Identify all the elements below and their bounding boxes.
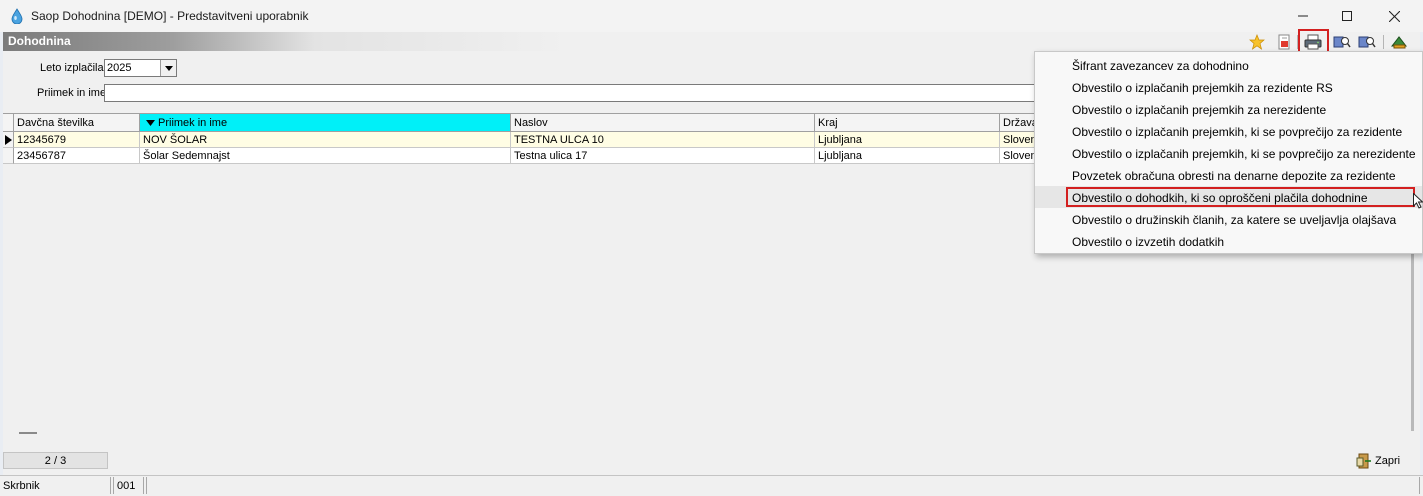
menu-item-prejemki-nerezidenti[interactable]: Obvestilo o izplačanih prejemkih za nere… [1035, 98, 1422, 120]
window-title: Saop Dohodnina [DEMO] - Predstavitveni u… [31, 9, 309, 23]
status-user: Skrbnik [0, 477, 111, 494]
cell-tax-number: 23456787 [14, 148, 140, 164]
cell-address: Testna ulica 17 [511, 148, 815, 164]
year-label: Leto izplačila [40, 62, 104, 74]
mouse-cursor-icon [1413, 193, 1423, 209]
exit-icon[interactable] [1389, 33, 1409, 50]
scrollbar-thumb[interactable] [1411, 231, 1414, 431]
year-value: 2025 [107, 62, 132, 74]
status-code: 001 [113, 477, 144, 494]
star-icon[interactable] [1247, 33, 1267, 50]
close-window-button[interactable] [1371, 0, 1417, 32]
record-counter: 2 / 3 [3, 452, 108, 469]
row-pointer-icon [5, 135, 12, 145]
table-row[interactable]: 23456787 Šolar Sedemnajst Testna ulica 1… [3, 148, 1043, 164]
search-person-icon[interactable] [1332, 33, 1352, 50]
export-icon[interactable] [1274, 33, 1294, 50]
menu-item-povzetek-obresti[interactable]: Povzetek obračuna obresti na denarne dep… [1035, 164, 1422, 186]
app-drop-icon [9, 8, 25, 25]
sort-down-icon [146, 120, 155, 127]
menu-item-povprecijo-rezidenti[interactable]: Obvestilo o izplačanih prejemkih, ki se … [1035, 120, 1422, 142]
col-header-address[interactable]: Naslov [511, 114, 815, 132]
window-titlebar: Saop Dohodnina [DEMO] - Predstavitveni u… [0, 0, 1423, 32]
print-menu: Šifrant zavezancev za dohodnino Obvestil… [1034, 51, 1423, 254]
col-header-city[interactable]: Kraj [815, 114, 1000, 132]
minimize-button[interactable] [1280, 0, 1326, 32]
maximize-icon [1342, 11, 1352, 21]
name-search-input[interactable] [104, 84, 1038, 102]
table-row[interactable]: 12345679 NOV ŠOLAR TESTNA ULCA 10 Ljublj… [3, 132, 1043, 148]
close-icon [1388, 10, 1400, 22]
close-button[interactable]: Zapri [1356, 452, 1400, 470]
col-header-name[interactable]: Priimek in ime [140, 114, 511, 132]
menu-item-sifrant-zavezancev[interactable]: Šifrant zavezancev za dohodnino [1035, 54, 1422, 76]
name-label: Priimek in ime [37, 87, 107, 99]
maximize-button[interactable] [1324, 0, 1370, 32]
highlight-outline [1066, 187, 1415, 207]
cell-name: NOV ŠOLAR [140, 132, 511, 148]
close-button-label: Zapri [1375, 455, 1401, 467]
horizontal-scroll-indicator[interactable] [19, 432, 37, 434]
current-row-indicator [3, 132, 14, 148]
cell-tax-number: 12345679 [14, 132, 140, 148]
row-indicator-header [3, 114, 14, 132]
year-select[interactable]: 2025 [104, 59, 177, 77]
module-title: Dohodnina [8, 34, 71, 48]
col-header-tax-number[interactable]: Davčna številka [14, 114, 140, 132]
close-door-icon [1356, 453, 1371, 469]
status-empty [146, 477, 1420, 494]
menu-item-druzinski-clani[interactable]: Obvestilo o družinskih članih, za katere… [1035, 208, 1422, 230]
chevron-down-icon[interactable] [160, 60, 176, 76]
row-indicator [3, 148, 14, 164]
minimize-icon [1298, 15, 1308, 17]
cell-address: TESTNA ULCA 10 [511, 132, 815, 148]
cell-city: Ljubljana [815, 148, 1000, 164]
status-bar: Skrbnik 001 [0, 475, 1423, 496]
menu-item-povprecijo-nerezidenti[interactable]: Obvestilo o izplačanih prejemkih, ki se … [1035, 142, 1422, 164]
menu-item-oprosceni-dohodki[interactable]: Obvestilo o dohodkih, ki so oproščeni pl… [1035, 186, 1422, 208]
menu-item-prejemki-rezidenti[interactable]: Obvestilo o izplačanih prejemkih za rezi… [1035, 76, 1422, 98]
cell-city: Ljubljana [815, 132, 1000, 148]
printer-highlight-outline [1298, 29, 1329, 53]
cell-name: Šolar Sedemnajst [140, 148, 511, 164]
search-person-alt-icon[interactable] [1357, 33, 1377, 50]
module-header: Dohodnina [3, 32, 1420, 51]
menu-item-izvzeti-dodatki[interactable]: Obvestilo o izvzetih dodatkih [1035, 230, 1422, 252]
